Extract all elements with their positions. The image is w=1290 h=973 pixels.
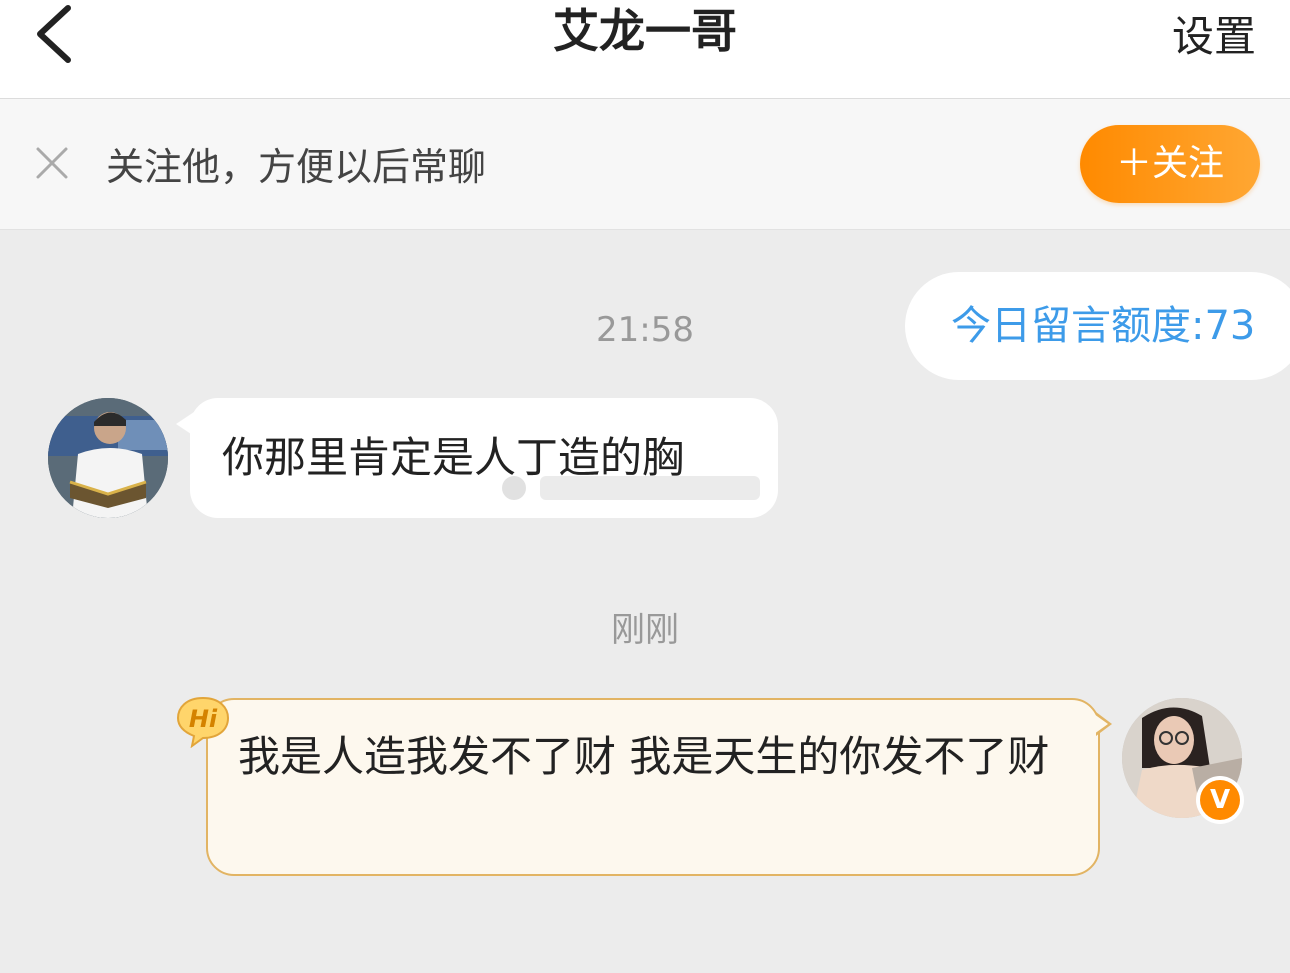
vip-badge: V bbox=[1196, 776, 1244, 824]
settings-button[interactable]: 设置 bbox=[1172, 6, 1256, 68]
follow-prompt-bar: 关注他，方便以后常聊 ＋关注 bbox=[0, 99, 1290, 230]
message-timestamp: 刚刚 bbox=[611, 610, 679, 650]
outgoing-message-bubble[interactable]: 我是人造我发不了财 我是天生的你发不了财 bbox=[206, 698, 1100, 876]
outgoing-message-text: 我是人造我发不了财 我是天生的你发不了财 bbox=[238, 732, 1050, 781]
page-title: 艾龙一哥 bbox=[553, 4, 737, 58]
vip-icon: V bbox=[1200, 780, 1240, 820]
message-timestamp: 21:58 bbox=[596, 310, 694, 350]
close-follow-prompt-button[interactable] bbox=[34, 145, 70, 181]
contact-avatar[interactable] bbox=[48, 398, 168, 518]
hi-badge-label: Hi bbox=[188, 705, 218, 733]
faded-overlay-icon bbox=[502, 476, 760, 500]
message-bubble-tail-fill bbox=[1094, 714, 1108, 734]
nav-header: 艾龙一哥 设置 bbox=[0, 0, 1290, 99]
close-icon bbox=[36, 147, 68, 179]
follow-button[interactable]: ＋关注 bbox=[1080, 125, 1260, 203]
follow-prompt-text: 关注他，方便以后常聊 bbox=[106, 145, 487, 189]
faded-overlay-artifact bbox=[500, 470, 770, 514]
contact-avatar-image bbox=[48, 398, 168, 518]
